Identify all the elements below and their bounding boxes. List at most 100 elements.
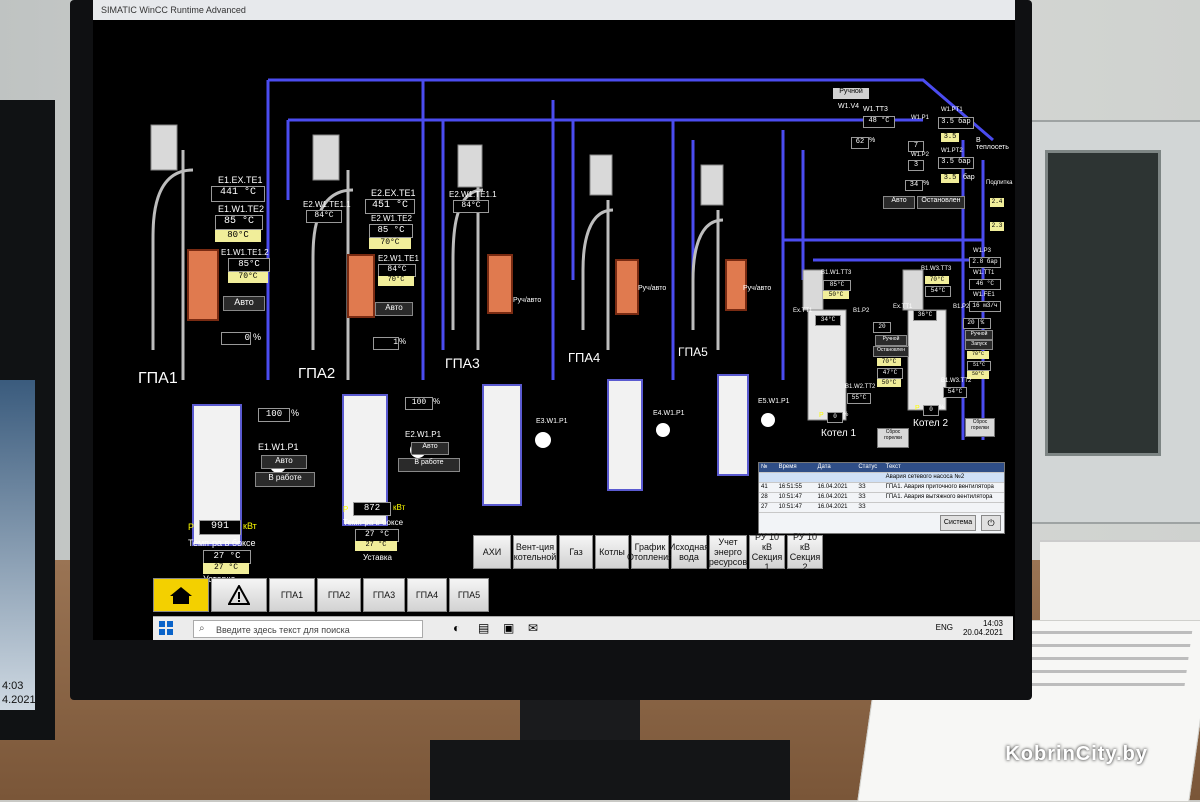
gpa1-exhaust-temp: 441 °C <box>211 186 265 202</box>
gpa2-setpoint-label: Уставка <box>363 553 392 562</box>
nav-ru10-section2[interactable]: РУ 10 кВ Секция 2 <box>787 532 823 572</box>
w1p2-pct-unit: % <box>923 180 930 187</box>
gpa2-pump-mode[interactable]: Авто <box>411 442 449 455</box>
store-icon[interactable]: ▣ <box>503 621 514 635</box>
boiler2-t2: 51°C <box>967 361 991 371</box>
gpa2-pump-pct: 100 <box>405 397 433 410</box>
manual-mode-button[interactable]: Ручной <box>833 88 869 99</box>
nav-boilers[interactable]: Котлы <box>595 535 629 569</box>
nav-gpa2[interactable]: ГПА2 <box>317 578 361 612</box>
nav-gpa4[interactable]: ГПА4 <box>407 578 447 612</box>
gpa5-label: ГПА5 <box>678 345 708 359</box>
window-title: SIMATIC WinCC Runtime Advanced <box>93 0 1015 20</box>
boiler1-tt3: 85°C <box>823 280 851 291</box>
alarm-col-status: Статус <box>858 464 878 470</box>
home-icon-button[interactable] <box>153 578 209 612</box>
w1tt3-value: 48 °C <box>863 116 895 128</box>
nav-ahi[interactable]: АХИ <box>473 535 511 569</box>
boiler2-burner-reset-button[interactable]: Сброс горелки <box>965 418 995 437</box>
w1p3-value: 2.8 бар <box>969 257 1001 268</box>
system-button[interactable]: Система <box>940 515 976 531</box>
nav-ventilation[interactable]: Вент-ция котельной <box>513 535 557 569</box>
gpa2-exhaust-tag: E2.EX.TE1 <box>371 188 416 198</box>
gpa2-power-unit: кВт <box>393 503 406 512</box>
w1v4-tag: W1.V4 <box>838 103 860 110</box>
gpa2-mode[interactable]: Авто <box>375 302 413 316</box>
cell: 27 <box>761 504 768 510</box>
w1p1-value: 7 <box>908 141 924 152</box>
cell: 41 <box>761 484 768 490</box>
alarm-table[interactable]: № Время Дата Статус Текст Авария сетевог… <box>758 462 1005 534</box>
mail-icon[interactable]: ✉ <box>528 621 538 635</box>
pump-auto-button[interactable]: Авто <box>883 196 915 209</box>
gpa2-water-temp: 85 °C <box>369 224 413 238</box>
w1p2-value: 3 <box>908 160 924 171</box>
gpa1-mode[interactable]: Авто <box>223 296 265 311</box>
alarm-icon-button[interactable] <box>211 578 267 612</box>
w1v4-pct: 62 <box>851 137 869 149</box>
table-row[interactable]: 41 16:51:55 16.04.2021 ЗЗ ГПА1. Авария прито… <box>759 483 1004 493</box>
gpa1-water-tag: E1.W1.TE2 <box>218 204 265 214</box>
gpa3-mode[interactable]: Руч/авто <box>513 297 541 304</box>
boiler1-tt2: 55°C <box>847 393 871 404</box>
nav-source-water[interactable]: Исходная вода <box>669 535 709 569</box>
language-indicator[interactable]: ENG <box>936 623 953 632</box>
nav-energy-accounting[interactable]: Учет энерго ресурсов <box>709 535 747 569</box>
cell: 10:51:47 <box>778 504 802 510</box>
clock[interactable]: 14:03 20.04.2021 <box>963 619 1003 637</box>
gpa1-pump-mode[interactable]: Авто <box>261 455 307 469</box>
windows-start-icon[interactable] <box>159 621 173 635</box>
nav-ru10-section1[interactable]: РУ 10 кВ Секция 1 <box>749 532 785 572</box>
nav-gas[interactable]: Газ <box>559 535 593 569</box>
nav-gpa5[interactable]: ГПА5 <box>449 578 489 612</box>
gpa1-valve: 0 <box>221 332 251 345</box>
boiler2-p2-tag: B1.P2 <box>953 304 970 310</box>
boiler2-p-label: P <box>915 405 920 412</box>
gpa3-pump-tag: E3.W1.P1 <box>536 418 568 425</box>
gpa3-label: ГПА3 <box>445 355 480 371</box>
cell: ЗЗ <box>858 484 866 490</box>
boiler1-tt3-tag: B1.W1.TT3 <box>821 270 852 276</box>
gpa2-water-set: 70°C <box>369 238 411 249</box>
gpa1-label: ГПА1 <box>138 370 178 387</box>
boiler2-mode[interactable]: Ручной <box>965 330 993 340</box>
w1pt2-value: 3.5 бар <box>938 157 974 169</box>
nav-gpa1[interactable]: ГПА1 <box>269 578 315 612</box>
gpa4-mode[interactable]: Руч/авто <box>638 285 666 292</box>
boiler2-tt3-tag: B1.W3.TT3 <box>921 266 952 272</box>
gpa2-power-label: Р <box>343 505 349 514</box>
w1pt1-value: 3.5 бар <box>938 117 974 129</box>
gpa1-power-label: Р <box>188 522 195 532</box>
search-icon: ⌕ <box>199 623 205 634</box>
boiler2-tt3-set: 54°C <box>925 286 951 297</box>
boiler1-mode[interactable]: Ручной <box>875 335 907 346</box>
boiler1-p: 0 <box>827 412 843 423</box>
gpa5-mode[interactable]: Руч/авто <box>743 285 771 292</box>
boiler2-tt2: 54°C <box>943 387 967 398</box>
boiler1-t3: 50°C <box>877 379 901 387</box>
gpa2-box-label: Темп-ра в боксе <box>343 518 404 527</box>
gpa2-box-set: 27 °C <box>355 541 397 551</box>
table-row[interactable]: 28 10:51:47 16.04.2021 ЗЗ ГПА1. Авария вытяж… <box>759 493 1004 503</box>
nav-gpa3[interactable]: ГПА3 <box>363 578 405 612</box>
w1pt1-tag: W1.PT1 <box>941 107 963 113</box>
nav-heating-schedule[interactable]: График Отопления <box>627 535 673 569</box>
gpa4-label: ГПА4 <box>568 350 601 365</box>
makeup-level-1: 2.4 <box>990 198 1004 207</box>
w1fe1-value: 16 м3/ч <box>969 301 1001 312</box>
gpa2-water2-set: 70°C <box>378 276 414 286</box>
power-icon[interactable]: ⏻ <box>981 515 1001 531</box>
gpa2-pre-tag: E2.W1.TE1.1 <box>303 200 351 209</box>
gpa1-box-label: Темп-ра в боксе <box>188 538 256 548</box>
boiler2-ex-tag: Ex.TT1 <box>893 304 913 310</box>
taskbar-search-input[interactable]: Введите здесь текст для поиска <box>193 620 423 638</box>
boiler2-p-unit: % <box>939 405 945 411</box>
boiler1-burner-reset-button[interactable]: Сброс горелки <box>877 428 909 448</box>
edge-icon[interactable]: ◐ <box>453 621 460 635</box>
folder-icon[interactable]: ▤ <box>478 621 489 635</box>
table-row[interactable]: Авария сетевого насоса №2 <box>759 473 1004 483</box>
cell <box>856 473 883 482</box>
gpa1-water2-set: 70°C <box>228 272 268 283</box>
cell: ГПА1. Авария приточного вентилятора <box>885 484 994 490</box>
table-row[interactable]: 27 10:51:47 16.04.2021 ЗЗ <box>759 503 1004 513</box>
